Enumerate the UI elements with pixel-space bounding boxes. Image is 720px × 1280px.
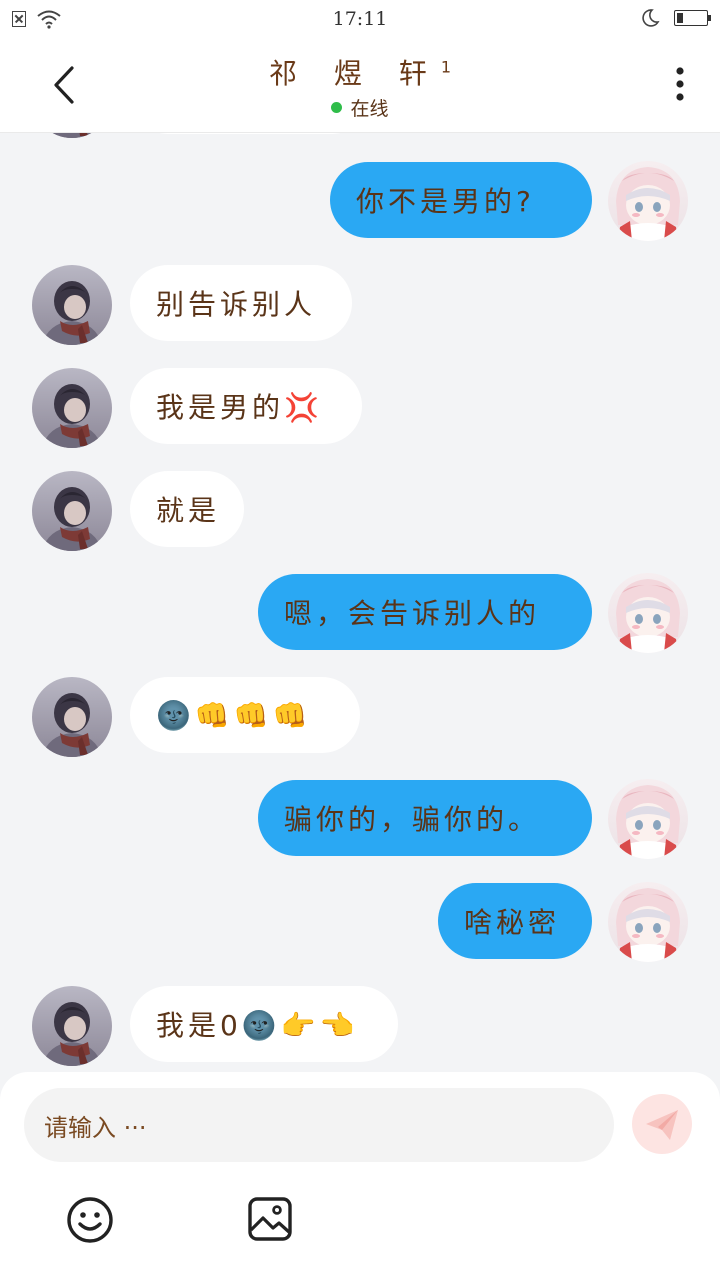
contact-avatar[interactable] xyxy=(32,986,112,1066)
message-input[interactable]: 请输入 ··· xyxy=(24,1088,614,1162)
status-right xyxy=(640,8,711,28)
title-block: 祁 煜 轩1 在线 xyxy=(0,52,720,121)
contact-avatar[interactable] xyxy=(32,471,112,551)
message-list[interactable]: 你不是男的? 别告诉别人 我是男的💢 就是 嗯，会告诉别人的 🌚👊👊👊 骗你的，… xyxy=(0,132,720,1072)
status-bar: 17:11 xyxy=(0,0,720,40)
smiley-icon[interactable] xyxy=(66,1196,114,1244)
contact-name-text: 祁 煜 轩 xyxy=(269,57,441,90)
online-status-text: 在线 xyxy=(350,98,389,120)
online-status: 在线 xyxy=(0,94,720,121)
contact-name-superscript: 1 xyxy=(440,57,451,77)
contact-avatar[interactable] xyxy=(32,677,112,757)
contact-avatar[interactable] xyxy=(32,368,112,448)
contact-name[interactable]: 祁 煜 轩1 xyxy=(0,52,720,92)
contact-avatar[interactable] xyxy=(32,265,112,345)
message-bubble[interactable]: 就是 xyxy=(130,471,244,547)
message-bubble[interactable]: 我是0🌚👉👈 xyxy=(130,986,398,1062)
do-not-disturb-moon-icon xyxy=(642,9,660,27)
more-options-icon[interactable] xyxy=(670,66,690,106)
message-bubble[interactable]: 骗你的，骗你的。 xyxy=(258,780,592,856)
battery-icon xyxy=(674,10,711,26)
my-avatar[interactable] xyxy=(608,573,688,653)
composer-panel: 请输入 ··· xyxy=(0,1072,720,1280)
message-input-placeholder: 请输入 ··· xyxy=(44,1113,147,1142)
online-dot-icon xyxy=(331,102,343,113)
message-bubble[interactable] xyxy=(130,132,370,134)
message-bubble[interactable]: 嗯，会告诉别人的 xyxy=(258,574,592,650)
send-icon xyxy=(646,1110,678,1140)
message-bubble[interactable]: 啥秘密 xyxy=(438,883,592,959)
send-button[interactable] xyxy=(632,1094,692,1154)
message-bubble[interactable]: 我是男的💢 xyxy=(130,368,362,444)
contact-avatar[interactable] xyxy=(32,132,112,138)
my-avatar[interactable] xyxy=(608,779,688,859)
status-time: 17:11 xyxy=(332,8,388,30)
my-avatar[interactable] xyxy=(608,882,688,962)
message-bubble[interactable]: 别告诉别人 xyxy=(130,265,352,341)
image-icon[interactable] xyxy=(247,1196,293,1242)
my-avatar[interactable] xyxy=(608,161,688,241)
chat-header: 祁 煜 轩1 在线 xyxy=(0,40,720,132)
message-bubble[interactable]: 🌚👊👊👊 xyxy=(130,677,360,753)
message-bubble[interactable]: 你不是男的? xyxy=(330,162,592,238)
